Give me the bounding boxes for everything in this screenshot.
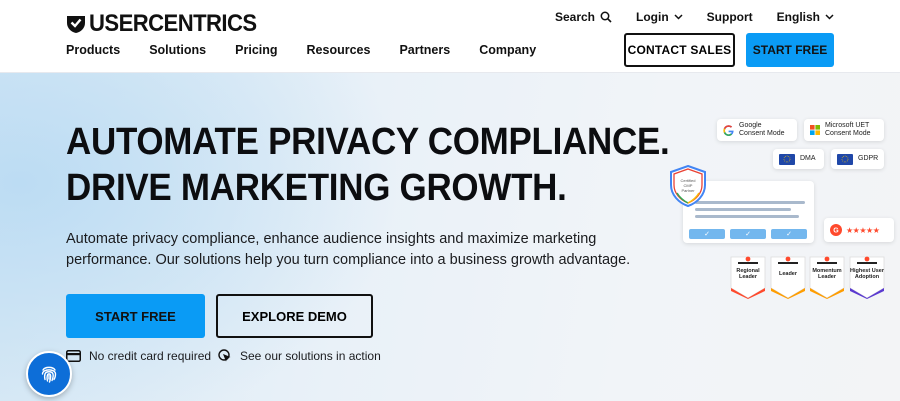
gdpr-pill: GDPR [831,149,884,169]
support-label: Support [706,10,753,24]
banner-line [695,215,799,218]
privacy-settings-button[interactable] [26,351,72,397]
fingerprint-icon [41,366,57,383]
svg-text:G: G [833,228,839,235]
chevron-down-icon [825,14,834,20]
brand-name: USERCENTRICS [89,10,257,37]
cursor-click-icon [218,349,231,362]
main-nav: Products Solutions Pricing Resources Par… [66,43,565,57]
certified-cmp-shield-icon: Certified CMP Partner [670,165,706,207]
login-label: Login [636,10,669,24]
support-link[interactable]: Support [707,10,753,24]
hero-headline: AUTOMATE PRIVACY COMPLIANCE. DRIVE MARKE… [66,119,670,211]
banner-button: ✓ [689,229,725,239]
headline-line-2: DRIVE MARKETING GROWTH. [66,167,567,209]
badge-4-label: Highest User Adoption [850,268,884,280]
g2-rating-pill: G ★★★★★ [824,218,894,242]
feature-2-text: See our solutions in action [240,349,381,363]
shield-check-logo-icon [67,16,85,33]
nav-item-resources[interactable]: Resources [307,43,371,57]
star-rating: ★★★★★ [846,225,880,235]
search-icon [600,11,612,23]
start-free-hero-button[interactable]: START FREE [66,294,205,338]
eu-flag-icon [837,153,853,165]
search-label: Search [554,10,595,24]
explore-demo-button[interactable]: EXPLORE DEMO [216,294,373,338]
badge-2-label: Leader [778,271,798,277]
nav-item-products[interactable]: Products [66,43,120,57]
banner-button: ✓ [771,229,807,239]
eu-flag-icon [779,153,795,165]
nav-item-pricing[interactable]: Pricing [235,43,277,57]
g2-logo-icon: G [830,224,842,236]
banner-line [695,201,805,204]
nav-item-partners[interactable]: Partners [399,43,450,57]
microsoft-consent-mode-pill: Microsoft UET Consent Mode [804,119,884,141]
badge-1-label: Regional Leader [736,268,760,280]
feature-no-credit-card: No credit card required [66,349,211,363]
search-link[interactable]: Search [555,10,612,24]
g2-leader-badge [770,256,806,299]
nav-item-solutions[interactable]: Solutions [149,43,206,57]
credit-card-icon [66,350,81,362]
feature-demo: See our solutions in action [218,349,381,363]
nav-item-company[interactable]: Company [479,43,536,57]
microsoft-icon [810,125,820,135]
language-label: English [776,10,820,24]
utility-nav: Search Login Support English [531,10,834,24]
headline-line-1: AUTOMATE PRIVACY COMPLIANCE. [66,121,670,163]
banner-line [695,208,791,211]
login-menu[interactable]: Login [636,10,683,24]
contact-sales-button[interactable]: CONTACT SALES [624,33,735,67]
microsoft-consent-label: Microsoft UET Consent Mode [825,122,871,137]
dma-pill: DMA [773,149,824,169]
language-selector[interactable]: English [777,10,834,24]
google-consent-label: Google Consent Mode [739,122,785,137]
hero-subtext: Automate privacy compliance, enhance aud… [66,231,631,268]
site-header: USERCENTRICS Search Login Support Englis… [0,0,900,73]
start-free-header-button[interactable]: START FREE [746,33,834,67]
hero-section: AUTOMATE PRIVACY COMPLIANCE. DRIVE MARKE… [0,73,900,401]
google-icon [723,124,734,136]
svg-text:Partner: Partner [681,188,695,193]
dma-label: DMA [800,155,816,162]
gdpr-label: GDPR [858,155,879,162]
badge-3-label: Momentum Leader [812,268,842,280]
banner-button: ✓ [730,229,766,239]
feature-1-text: No credit card required [89,349,212,363]
usercentrics-logo[interactable]: USERCENTRICS [66,10,271,38]
chevron-down-icon [674,14,683,20]
google-consent-mode-pill: Google Consent Mode [717,119,797,141]
